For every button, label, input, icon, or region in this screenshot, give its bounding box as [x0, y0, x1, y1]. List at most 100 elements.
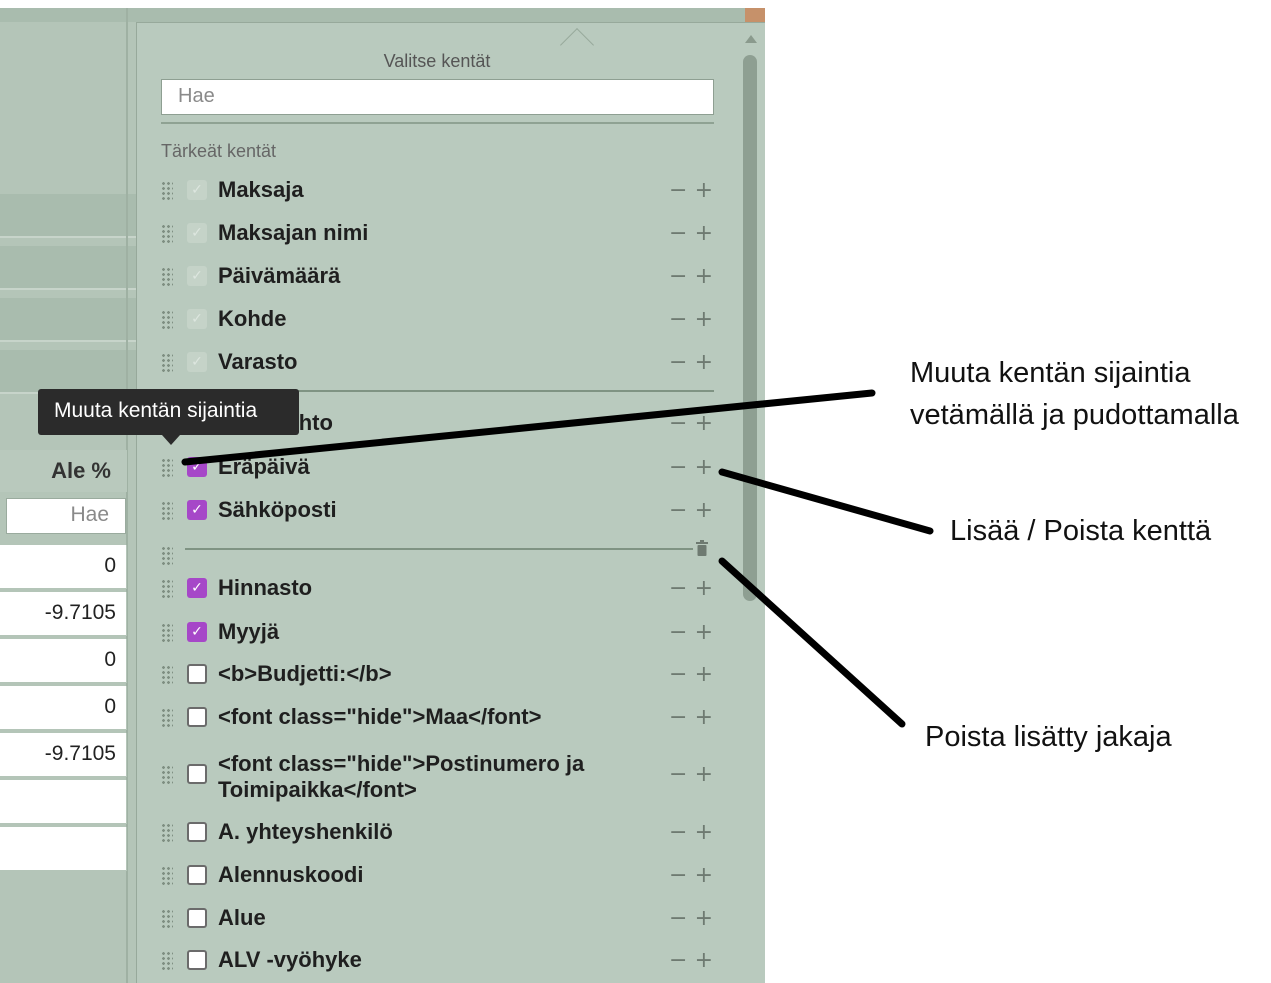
checkbox-icon[interactable]	[187, 908, 207, 928]
checkbox-icon[interactable]	[187, 707, 207, 727]
minus-icon[interactable]: −	[669, 456, 687, 480]
table-cell[interactable]	[0, 827, 127, 871]
field-row[interactable]: ✓ Päivämäärä − +	[137, 257, 737, 297]
plus-icon[interactable]: +	[695, 821, 713, 845]
table-cell[interactable]: 0	[0, 639, 127, 683]
field-row[interactable]: ✓ Kohde − +	[137, 300, 737, 340]
drag-handle-icon[interactable]	[161, 267, 173, 287]
drag-handle-icon[interactable]	[161, 579, 173, 599]
add-remove-controls: − +	[669, 412, 713, 436]
plus-icon[interactable]: +	[695, 265, 713, 289]
field-row[interactable]: ✓ Myyjä − +	[137, 613, 737, 653]
checkbox-icon[interactable]: ✓	[187, 622, 207, 642]
drag-handle-icon[interactable]	[161, 951, 173, 971]
checkbox-icon[interactable]	[187, 764, 207, 784]
field-row[interactable]: ✓ Maksajan nimi − +	[137, 214, 737, 254]
plus-icon[interactable]: +	[695, 179, 713, 203]
field-chooser-panel: Valitse kentät Hae Tärkeät kentät ✓ Maksa…	[136, 22, 765, 983]
drag-handle-icon[interactable]	[161, 708, 173, 728]
added-divider[interactable]	[137, 536, 737, 566]
table-cell[interactable]: -9.7105	[0, 592, 127, 636]
plus-icon[interactable]: +	[695, 663, 713, 687]
scroll-up-arrow-icon[interactable]	[745, 35, 757, 43]
checkbox-icon[interactable]	[187, 664, 207, 684]
field-row[interactable]: ✓ Sähköposti − +	[137, 491, 737, 531]
drag-handle-icon[interactable]	[161, 353, 173, 373]
checkbox-icon[interactable]	[187, 822, 207, 842]
plus-icon[interactable]: +	[695, 907, 713, 931]
drag-handle-icon[interactable]	[161, 224, 173, 244]
checkbox-icon[interactable]: ✓	[187, 500, 207, 520]
drag-handle-icon[interactable]	[161, 501, 173, 521]
minus-icon[interactable]: −	[669, 351, 687, 375]
checkbox-icon[interactable]: ✓	[187, 457, 207, 477]
plus-icon[interactable]: +	[695, 412, 713, 436]
drag-handle-icon[interactable]	[161, 765, 173, 785]
checkbox-icon: ✓	[187, 180, 207, 200]
plus-icon[interactable]: +	[695, 577, 713, 601]
column-filter-input[interactable]: Hae	[6, 498, 126, 534]
field-row[interactable]: ✓ Varasto − +	[137, 343, 737, 383]
field-row[interactable]: Alue − +	[137, 899, 737, 939]
trash-icon[interactable]	[696, 540, 708, 556]
field-row[interactable]: A. yhteyshenkilö − +	[137, 813, 737, 853]
plus-icon[interactable]: +	[695, 456, 713, 480]
drag-handle-icon[interactable]	[161, 909, 173, 929]
drag-handle-icon[interactable]	[161, 546, 173, 566]
minus-icon[interactable]: −	[669, 949, 687, 973]
field-row[interactable]: ✓ Eräpäivä − +	[137, 448, 737, 488]
drag-handle-icon[interactable]	[161, 623, 173, 643]
minus-icon[interactable]: −	[669, 499, 687, 523]
plus-icon[interactable]: +	[695, 499, 713, 523]
plus-icon[interactable]: +	[695, 864, 713, 888]
minus-icon[interactable]: −	[669, 412, 687, 436]
drag-handle-icon[interactable]	[161, 458, 173, 478]
field-row[interactable]: ALV -vyöhyke − +	[137, 941, 737, 981]
minus-icon[interactable]: −	[669, 621, 687, 645]
table-cell[interactable]	[0, 780, 127, 824]
minus-icon[interactable]: −	[669, 265, 687, 289]
table-cell[interactable]: 0	[0, 686, 127, 730]
plus-icon[interactable]: +	[695, 621, 713, 645]
minus-icon[interactable]: −	[669, 907, 687, 931]
plus-icon[interactable]: +	[695, 351, 713, 375]
field-row[interactable]: <b>Budjetti:</b> − +	[137, 655, 737, 695]
minus-icon[interactable]: −	[669, 308, 687, 332]
minus-icon[interactable]: −	[669, 821, 687, 845]
plus-icon[interactable]: +	[695, 706, 713, 730]
minus-icon[interactable]: −	[669, 763, 687, 787]
plus-icon[interactable]: +	[695, 763, 713, 787]
scrollbar[interactable]	[743, 31, 757, 971]
divider-line	[185, 548, 693, 550]
column-header-ale[interactable]: Ale %	[0, 450, 127, 492]
scrollbar-thumb[interactable]	[743, 55, 757, 601]
minus-icon[interactable]: −	[669, 706, 687, 730]
table-cell[interactable]: -9.7105	[0, 733, 127, 777]
drag-handle-icon[interactable]	[161, 823, 173, 843]
plus-icon[interactable]: +	[695, 949, 713, 973]
minus-icon[interactable]: −	[669, 179, 687, 203]
minus-icon[interactable]: −	[669, 864, 687, 888]
drag-handle-icon[interactable]	[161, 181, 173, 201]
table-cell[interactable]: 0	[0, 545, 127, 589]
field-row[interactable]: Alennuskoodi − +	[137, 856, 737, 896]
add-remove-controls: − +	[669, 351, 713, 375]
plus-icon[interactable]: +	[695, 222, 713, 246]
field-row[interactable]: <font class="hide">Maa</font> − +	[137, 698, 737, 738]
field-search-input[interactable]: Hae	[161, 79, 714, 115]
field-row[interactable]: <font class="hide">Postinumero ja Toimip…	[137, 751, 737, 802]
field-row[interactable]: ✓ Hinnasto − +	[137, 569, 737, 609]
minus-icon[interactable]: −	[669, 577, 687, 601]
background-top-strip	[0, 8, 765, 22]
checkbox-icon[interactable]	[187, 865, 207, 885]
minus-icon[interactable]: −	[669, 663, 687, 687]
plus-icon[interactable]: +	[695, 308, 713, 332]
checkbox-icon[interactable]	[187, 950, 207, 970]
field-row[interactable]: ✓ Maksaja − +	[137, 171, 737, 211]
minus-icon[interactable]: −	[669, 222, 687, 246]
checkbox-icon[interactable]: ✓	[187, 578, 207, 598]
panel-title: Valitse kentät	[383, 51, 491, 71]
drag-handle-icon[interactable]	[161, 665, 173, 685]
drag-handle-icon[interactable]	[161, 310, 173, 330]
drag-handle-icon[interactable]	[161, 866, 173, 886]
